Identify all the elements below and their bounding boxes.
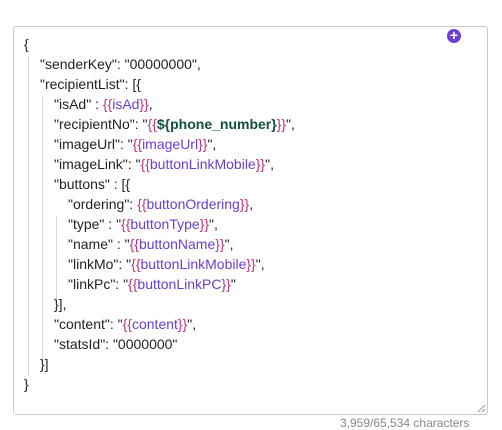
code-line: "imageUrl": "{{imageUrl}}", xyxy=(54,136,217,152)
code-line: { xyxy=(24,36,29,52)
code-line: "statsId": "0000000" xyxy=(54,336,178,352)
code-line: }], xyxy=(54,296,67,312)
add-variable-button[interactable]: + xyxy=(447,28,461,43)
indent-guide xyxy=(28,56,29,376)
template-variable: buttonLinkMobile xyxy=(140,256,247,272)
resize-handle-icon[interactable] xyxy=(477,404,486,413)
code-line: "imageLink": "{{buttonLinkMobile}}", xyxy=(54,156,274,172)
code-line: "recipientList": [{ xyxy=(40,76,141,92)
code-line: "linkPc": "{{buttonLinkPC}}" xyxy=(68,276,236,292)
code-line: "ordering": {{buttonOrdering}}, xyxy=(68,196,254,212)
template-variable: ${phone_number} xyxy=(156,116,277,132)
template-variable: isAd xyxy=(112,96,140,112)
code-line: "linkMo": "{{buttonLinkMobile}}", xyxy=(68,256,265,272)
code-line: "type" : "{{buttonType}}", xyxy=(68,216,218,232)
template-variable: buttonType xyxy=(130,216,200,232)
template-variable: imageUrl xyxy=(142,136,199,152)
code-line: } xyxy=(24,376,29,392)
code-line: "name" : "{{buttonName}}", xyxy=(68,236,234,252)
code-line: }] xyxy=(40,356,49,372)
template-variable: buttonLinkMobile xyxy=(149,156,256,172)
code-line: "senderKey": "00000000", xyxy=(40,56,201,72)
template-variable: buttonName xyxy=(138,236,216,252)
code-line: "recipientNo": "{{${phone_number}}}", xyxy=(54,116,295,132)
code-line: "buttons" : [{ xyxy=(54,176,131,192)
template-variable: buttonOrdering xyxy=(146,196,240,212)
code-line: "content": "{{content}}", xyxy=(54,316,197,332)
template-variable: buttonLinkPC xyxy=(137,276,222,292)
character-counter: 3,959/65,534 characters xyxy=(340,416,470,430)
code-line: "isAd" : {{isAd}}, xyxy=(54,96,153,112)
template-variable: content xyxy=(131,316,178,332)
indent-guide xyxy=(42,96,43,370)
